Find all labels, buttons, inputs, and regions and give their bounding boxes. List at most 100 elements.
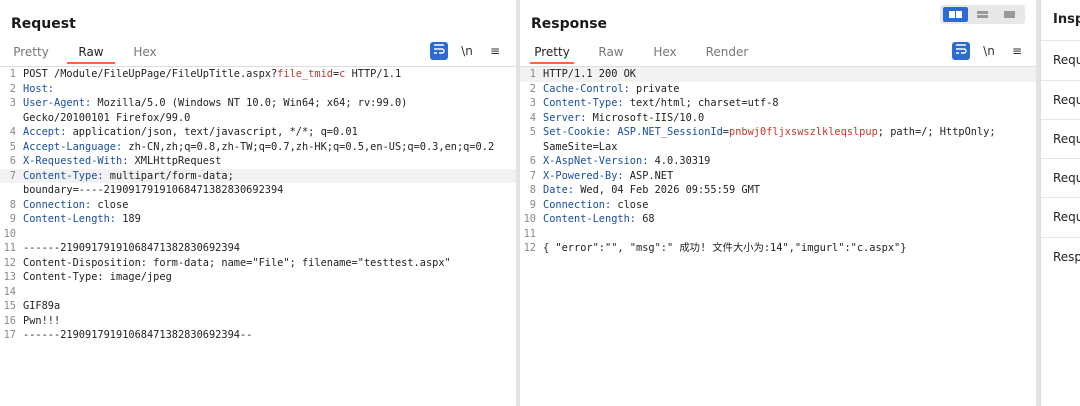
response-tab-pretty[interactable]: Pretty xyxy=(530,42,574,64)
request-title: Request xyxy=(11,16,76,32)
line-number: 10 xyxy=(523,213,536,225)
code-line: 9 Connection: close xyxy=(520,198,1036,213)
wrap-icon[interactable] xyxy=(952,42,970,60)
code-text: Gecko/20100101 Firefox/99.0 xyxy=(23,111,191,124)
code-text: X-Requested-With: XMLHttpRequest xyxy=(23,155,222,167)
request-tab-raw[interactable]: Raw xyxy=(67,42,115,64)
line-number: 5 xyxy=(9,140,16,153)
line-number: 6 xyxy=(529,155,536,167)
code-text: Content-Length: 189 xyxy=(23,213,141,225)
code-line: SameSite=Lax xyxy=(520,140,1036,155)
inspector-item[interactable]: Requ xyxy=(1041,119,1080,158)
line-number: 7 xyxy=(529,169,536,182)
code-line: 3 User-Agent: Mozilla/5.0 (Windows NT 10.… xyxy=(0,96,516,111)
line-number: 16 xyxy=(3,314,16,327)
code-text: Date: Wed, 04 Feb 2026 09:55:59 GMT xyxy=(543,184,760,196)
code-line: 11 ------21909179191068471382830692394 xyxy=(0,241,516,256)
inspector-item[interactable]: Requ xyxy=(1041,80,1080,119)
code-text: User-Agent: Mozilla/5.0 (Windows NT 10.0… xyxy=(23,97,408,109)
code-text: Cache-Control: private xyxy=(543,82,680,95)
code-line: 6 X-Requested-With: XMLHttpRequest xyxy=(0,154,516,169)
response-pane: Response Pretty Raw Hex Render \n ≡ 1 HTT… xyxy=(520,0,1036,406)
code-line: 1 HTTP/1.1 200 OK xyxy=(520,67,1036,82)
wrap-icon[interactable] xyxy=(430,42,448,60)
line-number: 14 xyxy=(3,285,16,298)
line-number: 12 xyxy=(523,242,536,254)
code-line: 1 POST /Module/FileUpPage/FileUpTitle.asp… xyxy=(0,67,516,82)
code-text: POST /Module/FileUpPage/FileUpTitle.aspx… xyxy=(23,68,402,80)
line-number: 11 xyxy=(3,242,16,254)
response-title: Response xyxy=(531,16,608,32)
code-text: X-Powered-By: ASP.NET xyxy=(543,169,674,182)
line-number: 1 xyxy=(9,68,16,80)
code-text: Content-Disposition: form-data; name="Fi… xyxy=(23,256,451,269)
code-line: 10 Content-Length: 68 xyxy=(520,212,1036,227)
code-text: Connection: close xyxy=(543,198,649,211)
response-tab-raw[interactable]: Raw xyxy=(596,42,626,64)
code-line: boundary=----219091791910684713828306923… xyxy=(0,183,516,198)
line-number: 1 xyxy=(529,68,536,80)
vertical-layout-icon[interactable] xyxy=(970,7,995,22)
newline-icon[interactable]: \n xyxy=(980,42,998,60)
code-line: 6 X-AspNet-Version: 4.0.30319 xyxy=(520,154,1036,169)
code-line: 5 Accept-Language: zh-CN,zh;q=0.8,zh-TW;q… xyxy=(0,140,516,155)
code-line: 12 { "error":"", "msg":" 成功! 文件大小为:14","i… xyxy=(520,241,1036,256)
request-tab-hex[interactable]: Hex xyxy=(128,42,162,64)
line-number: 5 xyxy=(529,126,536,138)
inspector-item[interactable]: Requ xyxy=(1041,197,1080,236)
line-number: 2 xyxy=(529,82,536,95)
side-by-side-layout-icon[interactable] xyxy=(943,7,968,22)
line-number: 3 xyxy=(9,97,16,109)
code-text: Content-Length: 68 xyxy=(543,213,655,225)
code-line: 7 Content-Type: multipart/form-data; xyxy=(0,168,516,183)
inspector-panel: Insp Requ Requ Requ Requ Requ Resp xyxy=(1040,0,1080,406)
code-text: { "error":"", "msg":" 成功! 文件大小为:14","img… xyxy=(543,242,907,254)
code-text: Host: xyxy=(23,82,54,95)
code-text: Content-Type: text/html; charset=utf-8 xyxy=(543,97,779,109)
code-line: 5 Set-Cookie: ASP.NET_SessionId=pnbwj0flj… xyxy=(520,125,1036,140)
code-line: Gecko/20100101 Firefox/99.0 xyxy=(0,111,516,126)
code-line: 10 xyxy=(0,227,516,242)
request-pane: Request Pretty Raw Hex \n ≡ 1 POST /Modul… xyxy=(0,0,516,406)
single-layout-icon[interactable] xyxy=(997,7,1022,22)
response-editor[interactable]: 1 HTTP/1.1 200 OK 2 Cache-Control: private 3… xyxy=(520,66,1036,406)
inspector-title: Insp xyxy=(1053,12,1080,27)
code-line: 4 Server: Microsoft-IIS/10.0 xyxy=(520,111,1036,126)
code-line: 13 Content-Type: image/jpeg xyxy=(0,270,516,285)
code-line: 12 Content-Disposition: form-data; name="… xyxy=(0,256,516,271)
menu-icon[interactable]: ≡ xyxy=(486,42,504,60)
response-tab-hex[interactable]: Hex xyxy=(648,42,682,64)
layout-switch xyxy=(940,5,1025,24)
code-line: 16 Pwn!!! xyxy=(0,314,516,329)
line-number: 11 xyxy=(523,227,536,240)
request-tab-pretty[interactable]: Pretty xyxy=(11,42,51,64)
code-line: 14 xyxy=(0,285,516,300)
code-line: 8 Connection: close xyxy=(0,198,516,213)
inspector-item[interactable]: Resp xyxy=(1041,237,1080,276)
code-text: GIF89a xyxy=(23,300,61,312)
code-line: 2 Cache-Control: private xyxy=(520,82,1036,97)
request-toolbar: \n ≡ xyxy=(430,42,510,60)
code-text: Server: Microsoft-IIS/10.0 xyxy=(543,111,705,124)
line-number: 7 xyxy=(9,169,16,182)
line-number: 8 xyxy=(529,184,536,196)
menu-icon[interactable]: ≡ xyxy=(1008,42,1026,60)
inspector-item[interactable]: Requ xyxy=(1041,40,1080,79)
code-text: Content-Type: multipart/form-data; xyxy=(23,169,234,182)
code-text: Accept-Language: zh-CN,zh;q=0.8,zh-TW;q=… xyxy=(23,140,495,153)
line-number: 6 xyxy=(9,155,16,167)
line-number: 8 xyxy=(9,198,16,211)
code-line: 7 X-Powered-By: ASP.NET xyxy=(520,169,1036,184)
line-number: 13 xyxy=(3,271,16,283)
code-line: 11 xyxy=(520,227,1036,242)
line-number: 2 xyxy=(9,82,16,95)
code-line: 3 Content-Type: text/html; charset=utf-8 xyxy=(520,96,1036,111)
response-tab-render[interactable]: Render xyxy=(704,42,750,64)
line-number: 17 xyxy=(3,329,16,341)
code-text: ------21909179191068471382830692394 xyxy=(23,242,240,254)
newline-icon[interactable]: \n xyxy=(458,42,476,60)
code-text: X-AspNet-Version: 4.0.30319 xyxy=(543,155,711,167)
code-line: 15 GIF89a xyxy=(0,299,516,314)
inspector-item[interactable]: Requ xyxy=(1041,158,1080,197)
request-editor[interactable]: 1 POST /Module/FileUpPage/FileUpTitle.asp… xyxy=(0,66,516,406)
